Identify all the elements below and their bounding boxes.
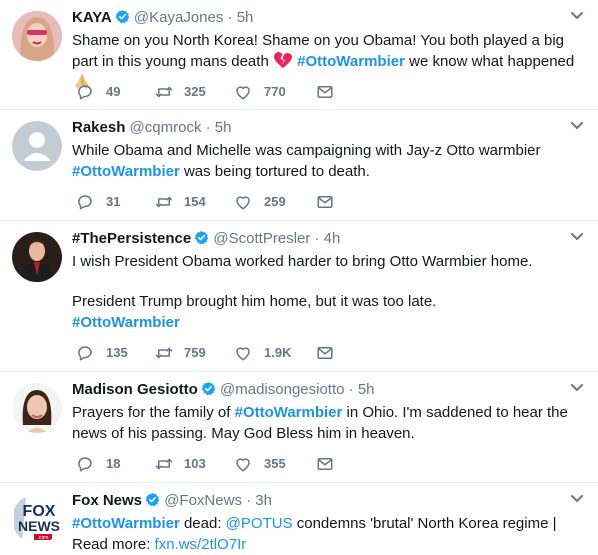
like-icon — [234, 193, 252, 211]
hashtag-link[interactable]: #OttoWarmbier — [235, 404, 343, 421]
tweet-paragraph: President Trump brought him home, but it… — [72, 293, 437, 310]
chevron-down-icon[interactable] — [570, 11, 584, 21]
avatar[interactable] — [12, 383, 62, 433]
tweet-text-body: Prayers for the family of — [72, 404, 235, 421]
tweet-text-tail: was being tortured to death. — [179, 163, 370, 180]
retweet-count: 103 — [184, 456, 206, 471]
tweet-rakesh[interactable]: Rakesh @cqmrock · 5h While Obama and Mic… — [0, 110, 598, 221]
tweet-text-line: While Obama and Michelle was campaigning… — [72, 142, 541, 159]
separator-dot: · — [246, 492, 252, 509]
tweet-text-mid: dead: — [179, 515, 226, 532]
broken-heart-icon — [273, 52, 292, 68]
verified-badge-icon — [145, 492, 160, 507]
verified-badge-icon — [201, 381, 216, 396]
avatar[interactable] — [12, 11, 62, 61]
user-handle[interactable]: @cqmrock — [130, 119, 202, 136]
display-name[interactable]: #ThePersistence — [72, 230, 191, 247]
hashtag-link[interactable]: #OttoWarmbier — [72, 314, 180, 331]
retweet-icon — [154, 83, 174, 101]
user-handle[interactable]: @FoxNews — [164, 492, 242, 509]
chevron-down-icon[interactable] — [570, 121, 584, 131]
separator-dot: · — [348, 381, 354, 398]
envelope-icon — [316, 193, 334, 211]
logo-text: NEWS — [18, 518, 60, 534]
mention-link[interactable]: @POTUS — [226, 515, 293, 532]
tweet-text-tail: we know what happened — [404, 53, 575, 70]
like-icon — [234, 344, 252, 362]
timestamp[interactable]: 4h — [324, 230, 341, 247]
reply-icon — [76, 83, 94, 101]
reply-icon — [76, 193, 94, 211]
reply-count: 135 — [106, 345, 128, 360]
reply-count: 49 — [106, 84, 121, 99]
retweet-count: 759 — [184, 345, 206, 360]
tweet-text: Prayers for the family of #OttoWarmbier … — [72, 402, 587, 444]
hashtag-link[interactable]: #OttoWarmbier — [297, 53, 405, 70]
envelope-icon — [316, 83, 334, 101]
like-count: 355 — [264, 456, 286, 471]
separator-dot: · — [227, 9, 233, 26]
hashtag-link[interactable]: #OttoWarmbier — [72, 163, 180, 180]
tweet-header: Rakesh @cqmrock · 5h — [72, 118, 231, 138]
hashtag-link[interactable]: #OttoWarmbier — [72, 515, 180, 532]
like-icon — [234, 455, 252, 473]
user-handle[interactable]: @madisongesiotto — [220, 381, 344, 398]
tweet-header: Fox News @FoxNews · 3h — [72, 491, 272, 511]
user-handle[interactable]: @KayaJones — [134, 9, 223, 26]
reply-count: 31 — [106, 194, 121, 209]
chevron-down-icon[interactable] — [570, 232, 584, 242]
separator-dot: · — [205, 119, 211, 136]
display-name[interactable]: Rakesh — [72, 119, 125, 136]
retweet-icon — [154, 455, 174, 473]
envelope-icon — [316, 455, 334, 473]
verified-badge-icon — [115, 9, 130, 24]
chevron-down-icon[interactable] — [570, 494, 584, 504]
display-name[interactable]: KAYA — [72, 9, 112, 26]
tweet-fox-news[interactable]: FOX NEWS .com Fox News @FoxNews · 3h #Ot… — [0, 483, 598, 555]
retweet-count: 325 — [184, 84, 206, 99]
separator-dot: · — [314, 230, 320, 247]
retweet-icon — [154, 193, 174, 211]
timestamp[interactable]: 3h — [255, 492, 272, 509]
tweet-header: KAYA @KayaJones · 5h — [72, 8, 253, 28]
reply-count: 18 — [106, 456, 121, 471]
tweet-text: While Obama and Michelle was campaigning… — [72, 140, 587, 182]
like-count: 1.9K — [264, 345, 292, 360]
tweet-paragraph: I wish President Obama worked harder to … — [72, 253, 533, 270]
tweet-feed: KAYA @KayaJones · 5h Shame on you North … — [0, 0, 598, 555]
url-link[interactable]: fxn.ws/2tlO7Ir — [155, 536, 247, 553]
tweet-header: Madison Gesiotto @madisongesiotto · 5h — [72, 380, 375, 400]
tweet-text: I wish President Obama worked harder to … — [72, 251, 587, 333]
reply-icon — [76, 455, 94, 473]
avatar[interactable]: FOX NEWS .com — [12, 494, 62, 544]
verified-badge-icon — [194, 230, 209, 245]
timestamp[interactable]: 5h — [237, 9, 254, 26]
like-count: 259 — [264, 194, 286, 209]
fox-news-logo: FOX NEWS .com — [12, 494, 62, 544]
tweet-header: #ThePersistence @ScottPresler · 4h — [72, 229, 340, 249]
like-count: 770 — [264, 84, 286, 99]
timestamp[interactable]: 5h — [215, 119, 232, 136]
retweet-count: 154 — [184, 194, 206, 209]
avatar[interactable] — [12, 121, 62, 171]
timestamp[interactable]: 5h — [358, 381, 375, 398]
user-handle[interactable]: @ScottPresler — [213, 230, 310, 247]
retweet-icon — [154, 344, 174, 362]
tweet-kaya[interactable]: KAYA @KayaJones · 5h Shame on you North … — [0, 0, 598, 110]
like-icon — [234, 83, 252, 101]
envelope-icon — [316, 344, 334, 362]
display-name[interactable]: Fox News — [72, 492, 142, 509]
chevron-down-icon[interactable] — [570, 383, 584, 393]
logo-text: .com — [38, 535, 49, 541]
display-name[interactable]: Madison Gesiotto — [72, 381, 198, 398]
tweet-madison-gesiotto[interactable]: Madison Gesiotto @madisongesiotto · 5h P… — [0, 372, 598, 483]
tweet-thepersistence[interactable]: #ThePersistence @ScottPresler · 4h I wis… — [0, 221, 598, 372]
avatar[interactable] — [12, 232, 62, 282]
tweet-text: #OttoWarmbier dead: @POTUS condemns 'bru… — [72, 513, 587, 555]
reply-icon — [76, 344, 94, 362]
